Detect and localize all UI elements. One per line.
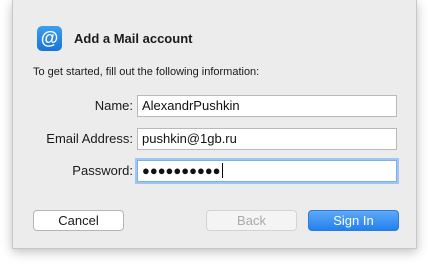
dialog-title: Add a Mail account — [74, 31, 193, 46]
email-field-value: pushkin@1gb.ru — [142, 131, 237, 146]
name-label: Name: — [94, 98, 133, 113]
name-field[interactable]: AlexandrPushkin — [137, 95, 397, 117]
password-field[interactable]: ●●●●●●●●●● — [137, 160, 397, 182]
sign-in-button[interactable]: Sign In — [308, 210, 399, 231]
cancel-button[interactable]: Cancel — [33, 210, 124, 231]
add-mail-account-dialog: @ Add a Mail account To get started, fil… — [12, 0, 417, 249]
name-field-value: AlexandrPushkin — [142, 98, 240, 113]
at-sign-icon: @ — [37, 26, 62, 51]
password-field-value: ●●●●●●●●●● — [142, 163, 221, 178]
email-field[interactable]: pushkin@1gb.ru — [137, 128, 397, 150]
text-caret — [221, 163, 223, 178]
password-label: Password: — [72, 163, 133, 178]
intro-text: To get started, fill out the following i… — [33, 66, 260, 78]
at-sign-glyph: @ — [40, 28, 59, 48]
back-button[interactable]: Back — [206, 210, 297, 231]
email-label: Email Address: — [46, 131, 133, 146]
